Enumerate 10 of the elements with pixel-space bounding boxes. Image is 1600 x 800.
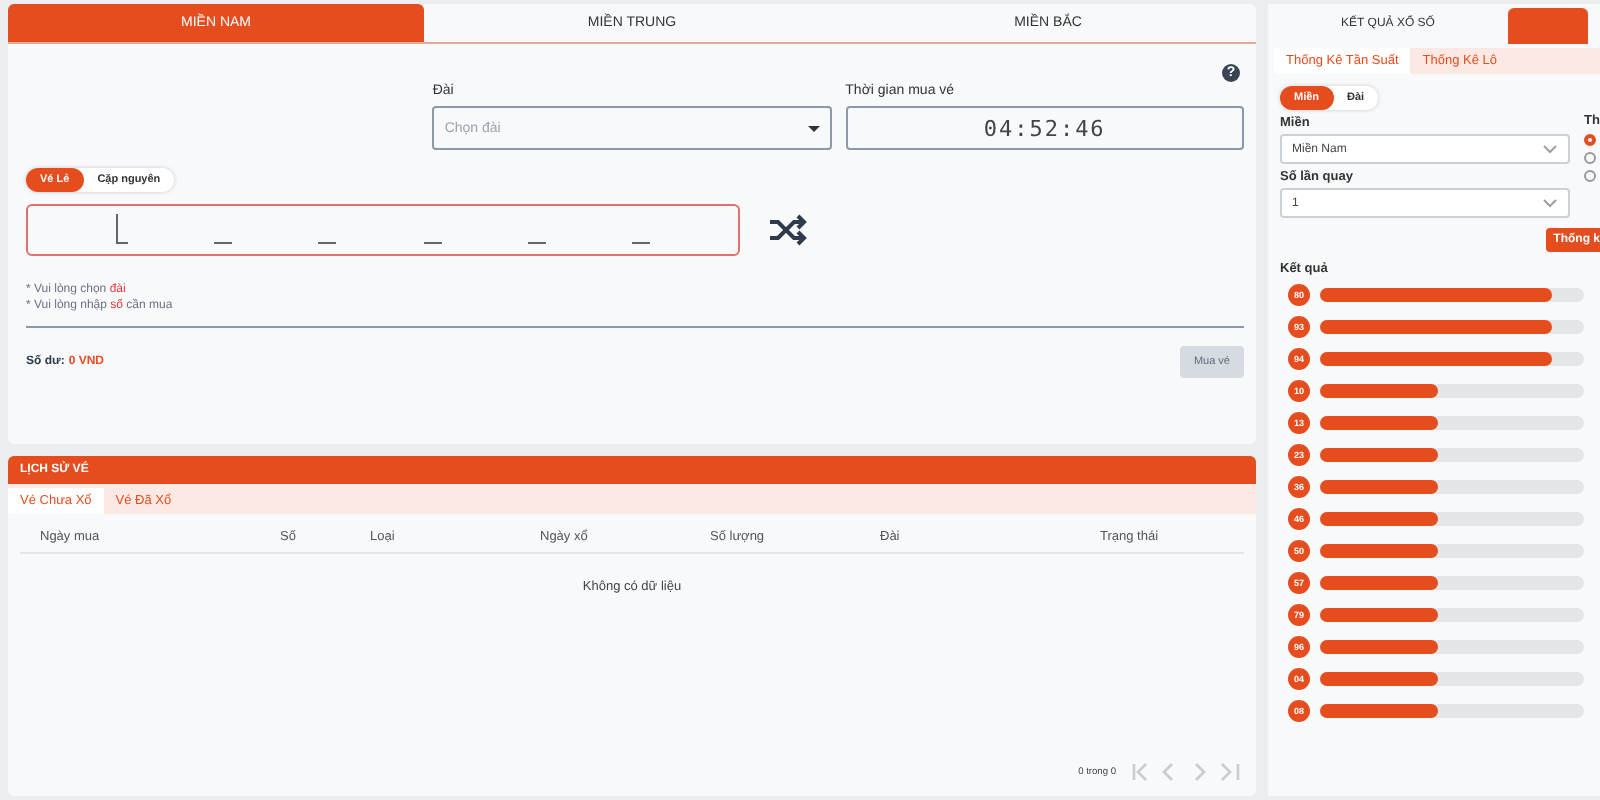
shuffle-icon[interactable] [768, 214, 808, 246]
radio-button[interactable] [1584, 134, 1596, 146]
radio-button[interactable] [1584, 152, 1596, 164]
last-page-icon[interactable] [1220, 760, 1244, 784]
number-input[interactable] [26, 204, 740, 256]
chevron-icon [1542, 198, 1558, 208]
caret-icon [807, 125, 820, 131]
chevron-icon [1542, 144, 1558, 154]
countdown-timer: 04:52:46 [845, 106, 1244, 150]
radio-button[interactable] [1584, 170, 1596, 182]
